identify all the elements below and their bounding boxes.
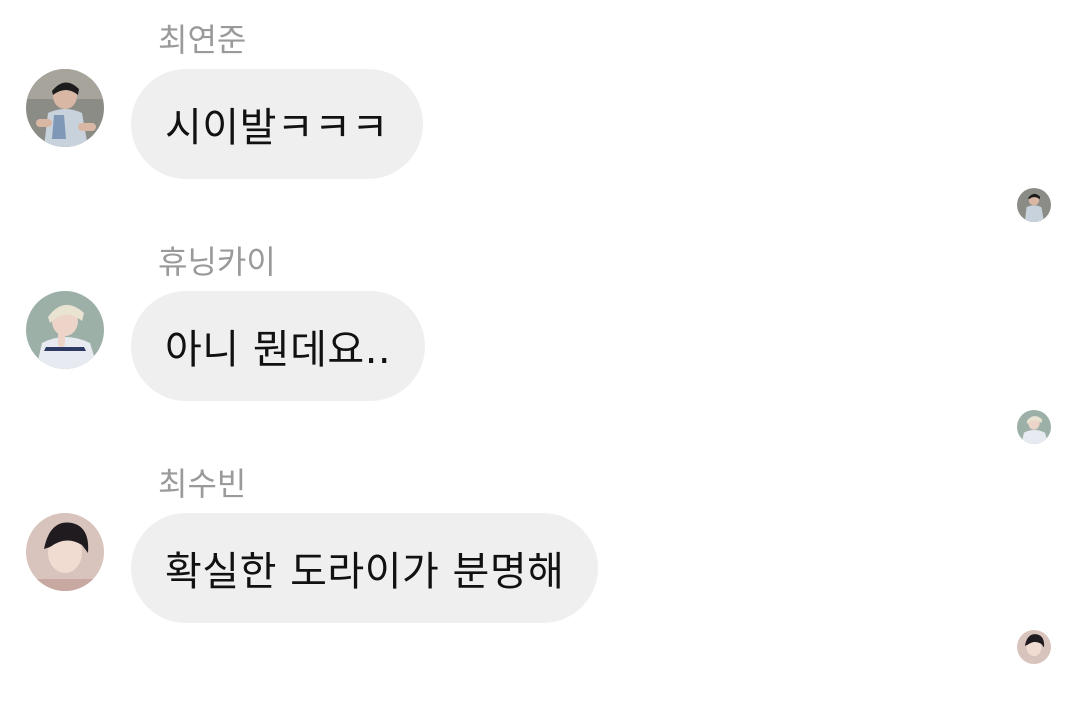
message-bubble[interactable]: 아니 뭔데요.. [131,291,426,401]
message-bubble[interactable]: 시이발ㅋㅋㅋ [131,69,423,179]
message-bubble[interactable]: 확실한 도라이가 분명해 [131,513,599,623]
message-text: 확실한 도라이가 분명해 [165,549,565,595]
avatar-icon[interactable] [26,291,104,369]
avatar-icon[interactable] [26,69,104,147]
sender-name: 최연준 [158,21,247,59]
read-receipt-avatar-icon [1017,630,1051,664]
sender-name: 휴닝카이 [158,243,276,281]
message-text: 아니 뭔데요.. [165,327,392,373]
message-text: 시이발ㅋㅋㅋ [165,105,389,151]
read-receipt-avatar-icon [1017,410,1051,444]
read-receipt-avatar-icon [1017,188,1051,222]
avatar-icon[interactable] [26,513,104,591]
sender-name: 최수빈 [158,465,247,503]
